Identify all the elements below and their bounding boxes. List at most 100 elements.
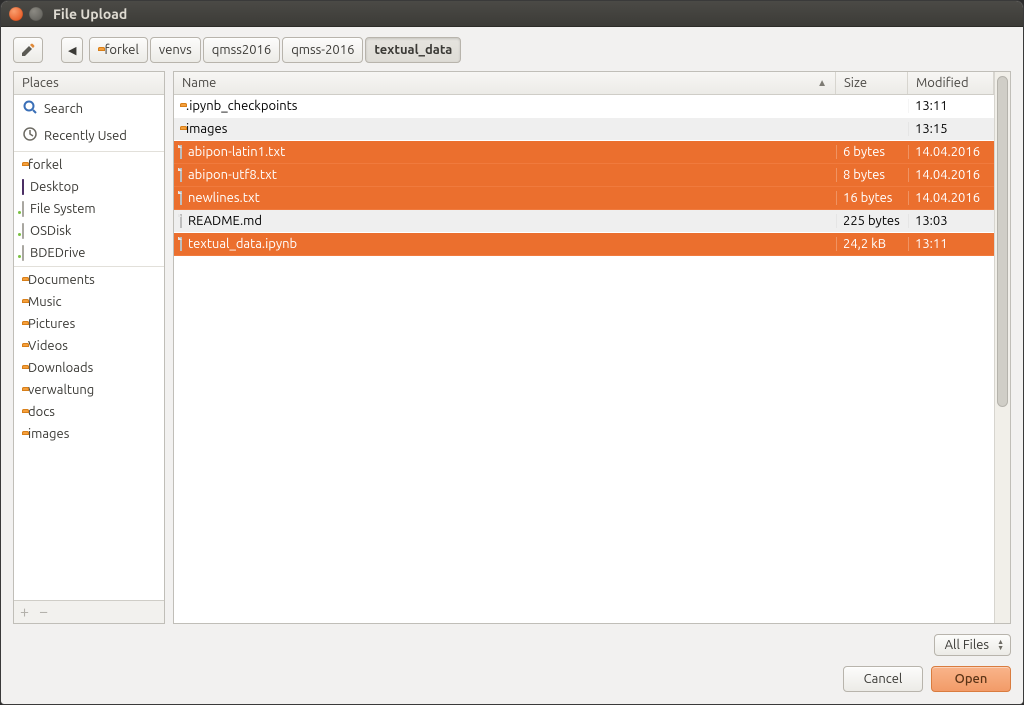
sidebar-item[interactable]: Desktop [14,176,164,198]
file-modified: 13:11 [908,99,994,113]
sidebar-item-label: BDEDrive [30,246,85,260]
drive-icon [22,246,24,260]
file-icon [180,214,182,228]
sidebar-separator [14,266,164,267]
file-size: 24,2 kB [836,237,908,251]
sidebar-item-label: verwaltung [28,383,94,397]
file-size: 16 bytes [836,191,908,205]
add-bookmark-button[interactable]: + [20,605,29,619]
sidebar-item[interactable]: images [14,423,164,445]
file-name: images [186,122,227,136]
file-name: newlines.txt [188,191,260,205]
sidebar-item-label: File System [30,202,96,216]
breadcrumb-segment[interactable]: forkel [89,37,147,63]
column-header-modified[interactable]: Modified [908,72,994,94]
file-name: abipon-utf8.txt [188,168,277,182]
sidebar-item[interactable]: OSDisk [14,220,164,242]
file-icon [180,168,182,182]
sidebar-item[interactable]: File System [14,198,164,220]
titlebar: File Upload [1,1,1023,27]
file-modified: 13:03 [908,214,994,228]
file-icon [180,145,182,159]
file-modified: 13:11 [908,237,994,251]
sidebar-item-label: Documents [28,273,95,287]
breadcrumb: forkelvenvsqmss2016qmss-2016textual_data [89,37,461,63]
file-size: 6 bytes [836,145,908,159]
sidebar-item-label: Recently Used [44,129,127,143]
file-type-filter[interactable]: All Files ▲▼ [934,634,1011,656]
file-row[interactable]: newlines.txt 16 bytes14.04.2016 [174,187,994,210]
clock-icon [22,126,38,145]
sidebar-item[interactable]: forkel [14,154,164,176]
file-row[interactable]: images 13:15 [174,118,994,141]
sidebar-separator [14,151,164,152]
file-upload-dialog: File Upload ◀ forkelvenvsqmss2016qmss-20… [0,0,1024,705]
dialog-footer: All Files ▲▼ Cancel Open [1,624,1023,704]
drive-icon [22,224,24,238]
places-sidebar: Places Search Recently Used forkel Desktop F… [13,71,165,624]
sidebar-item-label: Search [44,102,83,116]
column-header-name[interactable]: Name ▲ [174,72,836,94]
remove-bookmark-button[interactable]: − [39,605,48,619]
file-list-scrollbar[interactable] [994,72,1010,623]
file-modified: 13:15 [908,122,994,136]
file-row[interactable]: .ipynb_checkpoints 13:11 [174,95,994,118]
window-close-button[interactable] [9,7,23,21]
file-icon [180,237,182,251]
file-row[interactable]: abipon-utf8.txt 8 bytes14.04.2016 [174,164,994,187]
window-title: File Upload [53,6,127,22]
pencil-icon [20,42,36,58]
file-name: README.md [188,214,262,228]
edit-path-button[interactable] [13,37,43,63]
sidebar-item[interactable]: Videos [14,335,164,357]
file-list-pane: Name ▲ Size Modified .ipynb_checkpoints 1… [173,71,1011,624]
sidebar-item-label: images [28,427,69,441]
toolbar: ◀ forkelvenvsqmss2016qmss-2016textual_da… [1,27,1023,71]
file-size: 8 bytes [836,168,908,182]
file-modified: 14.04.2016 [908,145,994,159]
breadcrumb-back-button[interactable]: ◀ [61,37,83,63]
sidebar-item[interactable]: Documents [14,269,164,291]
drive-icon [22,202,24,216]
file-modified: 14.04.2016 [908,191,994,205]
sidebar-item-label: Pictures [28,317,75,331]
combo-spinner-icon: ▲▼ [997,639,1004,651]
file-row[interactable]: README.md 225 bytes13:03 [174,210,994,233]
sidebar-item-label: Music [28,295,62,309]
file-row[interactable]: abipon-latin1.txt 6 bytes14.04.2016 [174,141,994,164]
sidebar-item[interactable]: Downloads [14,357,164,379]
sidebar-item-label: Desktop [30,180,79,194]
sidebar-item-label: forkel [28,158,62,172]
file-name: .ipynb_checkpoints [186,99,297,113]
sidebar-item-label: OSDisk [30,224,71,238]
window-minimize-button[interactable] [29,7,43,21]
desktop-icon [22,180,24,194]
breadcrumb-segment[interactable]: qmss-2016 [282,37,363,63]
sidebar-item[interactable]: Music [14,291,164,313]
sidebar-item[interactable]: Search [14,95,164,122]
open-button[interactable]: Open [931,666,1011,692]
breadcrumb-segment[interactable]: venvs [150,37,201,63]
file-name: abipon-latin1.txt [188,145,285,159]
breadcrumb-segment[interactable]: qmss2016 [203,37,280,63]
column-header-size[interactable]: Size [836,72,908,94]
cancel-button[interactable]: Cancel [843,666,923,692]
file-size: 225 bytes [836,214,908,228]
sidebar-item[interactable]: verwaltung [14,379,164,401]
file-modified: 14.04.2016 [908,168,994,182]
sidebar-item[interactable]: Pictures [14,313,164,335]
scrollbar-thumb[interactable] [997,76,1008,407]
sidebar-item[interactable]: docs [14,401,164,423]
sidebar-item-label: docs [28,405,55,419]
file-name: textual_data.ipynb [188,237,297,251]
file-row[interactable]: textual_data.ipynb 24,2 kB13:11 [174,233,994,256]
sidebar-item-label: Downloads [28,361,93,375]
places-header: Places [14,72,164,95]
file-icon [180,191,182,205]
breadcrumb-segment[interactable]: textual_data [365,37,461,63]
sidebar-item[interactable]: BDEDrive [14,242,164,264]
chevron-left-icon: ◀ [68,44,76,57]
sidebar-item[interactable]: Recently Used [14,122,164,149]
sort-asc-icon: ▲ [817,77,827,89]
sidebar-item-label: Videos [28,339,68,353]
